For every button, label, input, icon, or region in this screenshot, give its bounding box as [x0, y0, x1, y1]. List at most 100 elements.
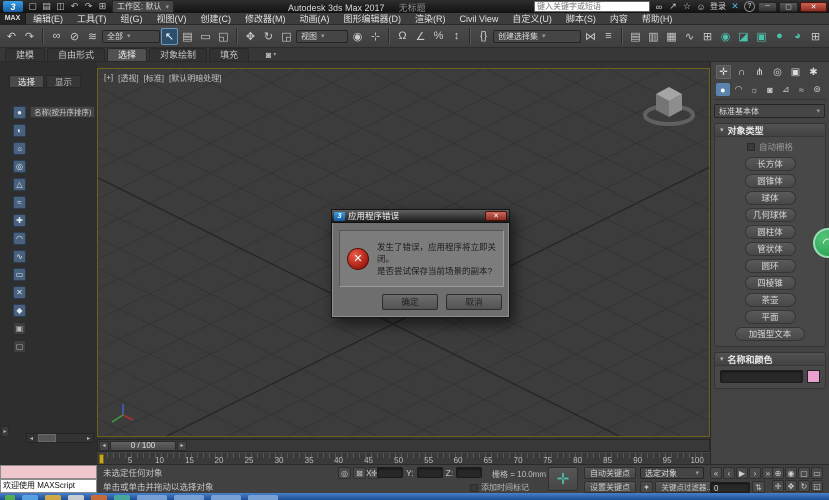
- viewport-label-segment[interactable]: [透视]: [118, 73, 138, 84]
- taskbar-icon[interactable]: [114, 495, 130, 500]
- redo-icon[interactable]: ↷: [82, 1, 95, 12]
- taskbar-window[interactable]: [174, 495, 204, 500]
- close-button[interactable]: ✕: [800, 2, 827, 12]
- ribbon-camera-icon[interactable]: ◙: [259, 48, 283, 61]
- menu-item[interactable]: 图形编辑器(D): [337, 13, 409, 25]
- isolate-selection-icon[interactable]: ◎: [338, 467, 351, 479]
- time-slider-right-icon[interactable]: ▸: [177, 441, 187, 451]
- menu-item[interactable]: 渲染(R): [408, 13, 453, 25]
- set-key-button[interactable]: 设置关键点: [584, 481, 636, 493]
- spinner-snap-icon[interactable]: ↕: [448, 28, 465, 45]
- panel-tab-modify[interactable]: ∩: [734, 65, 749, 79]
- scroll-thumb[interactable]: [38, 434, 56, 442]
- explorer-tab-select[interactable]: 选择: [9, 75, 44, 88]
- filter-containers-icon[interactable]: ◠: [13, 232, 26, 245]
- mirror-icon[interactable]: ⋈: [582, 28, 599, 45]
- panel-tab-utilities[interactable]: ✱: [806, 65, 821, 79]
- minimize-button[interactable]: ─: [758, 2, 777, 12]
- window-crossing-icon[interactable]: ◱: [215, 28, 232, 45]
- select-manipulate-icon[interactable]: ⊹: [367, 28, 384, 45]
- time-slider-left-icon[interactable]: ◂: [99, 441, 109, 451]
- menu-item[interactable]: 修改器(M): [238, 13, 293, 25]
- filter-spacewarps-icon[interactable]: ≈: [13, 196, 26, 209]
- align-icon[interactable]: ≡: [600, 28, 617, 45]
- angle-snap-icon[interactable]: ∠: [412, 28, 429, 45]
- set-keys-button[interactable]: ✛: [548, 467, 578, 491]
- panel-tab-create[interactable]: ✛: [716, 65, 731, 79]
- panel-tab-hierarchy[interactable]: ⋔: [752, 65, 767, 79]
- application-menu-button[interactable]: MAX: [0, 13, 26, 25]
- filter-frozen-icon[interactable]: ▣: [13, 322, 26, 335]
- category-lights-icon[interactable]: ☼: [747, 83, 761, 96]
- panel-tab-display[interactable]: ▣: [788, 65, 803, 79]
- menu-item[interactable]: 内容: [603, 13, 635, 25]
- track-bar[interactable]: 5101520253035404550556065707580859095100: [97, 452, 710, 464]
- search-input[interactable]: [534, 1, 650, 12]
- category-systems-icon[interactable]: ⊚: [810, 83, 824, 96]
- snap-toggle-icon[interactable]: Ω: [394, 28, 411, 45]
- save-icon[interactable]: ◫: [54, 1, 67, 12]
- taskbar-start-orb[interactable]: [5, 495, 15, 500]
- ref-coord-dropdown[interactable]: 视图: [296, 30, 348, 43]
- grid-pair-icon[interactable]: ⊞: [807, 28, 824, 45]
- cancel-button[interactable]: 取消: [446, 294, 502, 310]
- material-editor-icon[interactable]: ◉: [717, 28, 734, 45]
- frame-spinner-icon[interactable]: ⇅: [752, 481, 765, 493]
- object-type-rollout-header[interactable]: ▾ 对象类型: [715, 124, 825, 137]
- frame-marker[interactable]: [99, 454, 104, 464]
- use-center-icon[interactable]: ◉: [349, 28, 366, 45]
- project-folder-icon[interactable]: ⊞: [96, 1, 109, 12]
- orbit-icon[interactable]: ↻: [798, 480, 810, 492]
- x-coordinate-field[interactable]: [377, 467, 403, 478]
- new-file-icon[interactable]: ▢: [26, 1, 39, 12]
- layer-explorer-icon[interactable]: ▥: [645, 28, 662, 45]
- walk-through-icon[interactable]: ✥: [785, 480, 797, 492]
- y-coordinate-field[interactable]: [417, 467, 443, 478]
- macro-recorder-area[interactable]: [0, 465, 97, 479]
- user-icon[interactable]: ☺: [695, 1, 707, 12]
- select-move-icon[interactable]: ✥: [242, 28, 259, 45]
- viewcube[interactable]: [641, 81, 697, 129]
- button-tube[interactable]: 管状体: [745, 242, 796, 256]
- rendered-frame-icon[interactable]: ▣: [753, 28, 770, 45]
- z-coordinate-field[interactable]: [456, 467, 482, 478]
- ribbon-tab-populate[interactable]: 填充: [209, 48, 249, 61]
- scroll-left-icon[interactable]: ◂: [27, 434, 36, 442]
- menu-item[interactable]: Civil View: [453, 13, 506, 25]
- scene-explorer-icon[interactable]: ▤: [627, 28, 644, 45]
- filter-bones-icon[interactable]: ✚: [13, 214, 26, 227]
- filter-xrefs-icon[interactable]: ▭: [13, 268, 26, 281]
- a360-icon[interactable]: ✕: [729, 1, 741, 12]
- explorer-horizontal-scrollbar[interactable]: ◂ ▸: [26, 433, 94, 443]
- dialog-titlebar[interactable]: 3 应用程序错误 ✕: [332, 210, 509, 223]
- play-button[interactable]: ▶: [736, 467, 748, 479]
- button-torus[interactable]: 圆环: [745, 259, 796, 273]
- category-helpers-icon[interactable]: ⊿: [779, 83, 793, 96]
- filter-groups-icon[interactable]: ∿: [13, 250, 26, 263]
- select-link-icon[interactable]: ∞: [48, 28, 65, 45]
- zoom-extents-icon[interactable]: ▢: [798, 467, 810, 479]
- object-name-field[interactable]: [720, 370, 803, 383]
- add-time-tag[interactable]: 添加时间标记: [470, 482, 529, 493]
- category-shapes-icon[interactable]: ◠: [732, 83, 746, 96]
- restore-button[interactable]: ▢: [779, 2, 798, 12]
- menu-item[interactable]: 创建(C): [194, 13, 239, 25]
- checkbox-icon[interactable]: [470, 484, 478, 492]
- time-slider-thumb[interactable]: 0 / 100: [110, 441, 176, 451]
- taskbar-window[interactable]: [248, 495, 278, 500]
- explorer-name-column-header[interactable]: 名称(按升序排序): [30, 106, 95, 118]
- open-file-icon[interactable]: ▤: [40, 1, 53, 12]
- button-sphere[interactable]: 球体: [745, 191, 796, 205]
- viewport-label-segment[interactable]: [默认明暗处理]: [169, 73, 221, 84]
- maximize-viewport-icon[interactable]: ◱: [811, 480, 823, 492]
- render-production-icon[interactable]: ●: [771, 28, 788, 45]
- checkbox-icon[interactable]: [747, 143, 755, 151]
- category-geometry-icon[interactable]: ●: [716, 83, 730, 96]
- menu-item[interactable]: 脚本(S): [559, 13, 603, 25]
- button-cylinder[interactable]: 圆柱体: [745, 225, 796, 239]
- name-color-rollout-header[interactable]: ▾ 名称和颜色: [715, 353, 825, 366]
- schematic-view-icon[interactable]: ⊞: [699, 28, 716, 45]
- object-color-swatch[interactable]: [807, 370, 820, 383]
- unlink-icon[interactable]: ⊘: [66, 28, 83, 45]
- menu-item[interactable]: 帮助(H): [635, 13, 680, 25]
